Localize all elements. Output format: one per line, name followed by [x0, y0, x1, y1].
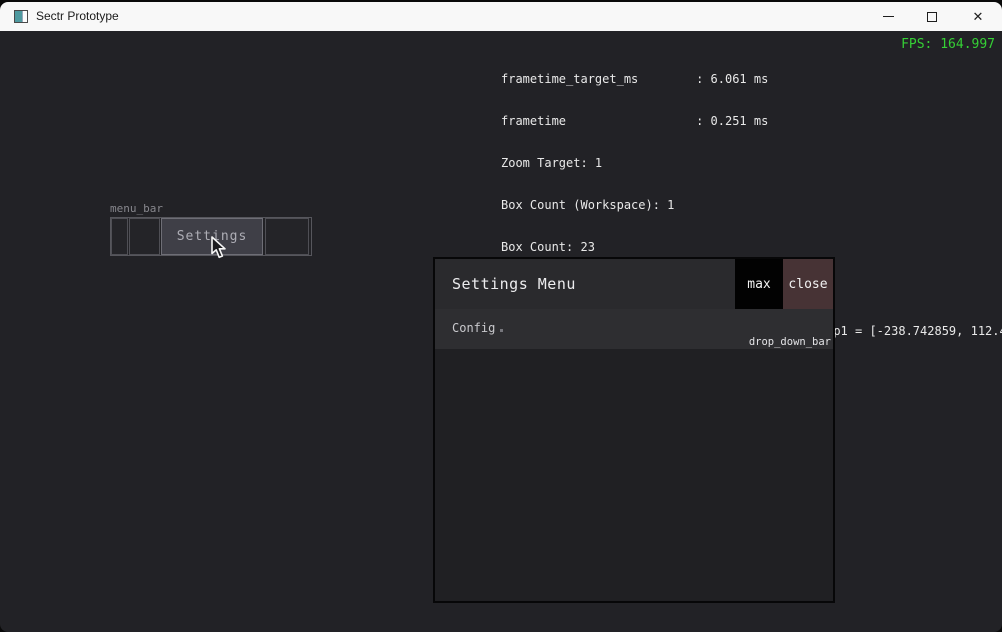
debug-line: frametime_target_ms : 6.061 ms	[501, 72, 1002, 86]
minimize-icon	[883, 16, 894, 17]
minimize-button[interactable]	[866, 2, 910, 31]
menu-bar-cell	[111, 218, 128, 255]
settings-panel-titlebar[interactable]: Settings Menu max close	[435, 259, 833, 309]
debug-line: Zoom Target: 1	[501, 156, 1002, 170]
menu-bar-cell	[265, 218, 309, 255]
menu-bar-cell	[129, 218, 160, 255]
panel-max-button[interactable]: max	[735, 259, 783, 309]
app-content: FPS: 164.997 frametime_target_ms : 6.061…	[0, 31, 1002, 632]
config-indicator-dot	[500, 329, 503, 332]
mouse-cursor-icon	[211, 236, 228, 260]
settings-panel-title: Settings Menu	[452, 259, 576, 309]
app-icon	[14, 10, 28, 23]
window-title: Sectr Prototype	[36, 2, 119, 31]
close-button[interactable]: ✕	[956, 2, 1000, 31]
config-dropdown-row[interactable]: Config drop_down_bar	[435, 309, 833, 349]
os-titlebar: Sectr Prototype ✕	[0, 2, 1002, 31]
drop-down-bar-label: drop_down_bar	[749, 336, 831, 348]
maximize-button[interactable]	[910, 2, 954, 31]
settings-menu-panel: Settings Menu max close Config drop_down…	[433, 257, 835, 603]
menu-bar-label: menu_bar	[110, 202, 163, 215]
settings-panel-body	[435, 349, 833, 601]
panel-close-button[interactable]: close	[783, 259, 833, 309]
config-label: Config	[452, 309, 495, 349]
app-window: Sectr Prototype ✕ FPS: 164.997 frametime…	[0, 0, 1002, 632]
debug-line: Box Count: 23	[501, 240, 1002, 254]
debug-line: Box Count (Workspace): 1	[501, 198, 1002, 212]
close-icon: ✕	[973, 9, 984, 25]
debug-line: frametime : 0.251 ms	[501, 114, 1002, 128]
maximize-icon	[927, 12, 937, 22]
